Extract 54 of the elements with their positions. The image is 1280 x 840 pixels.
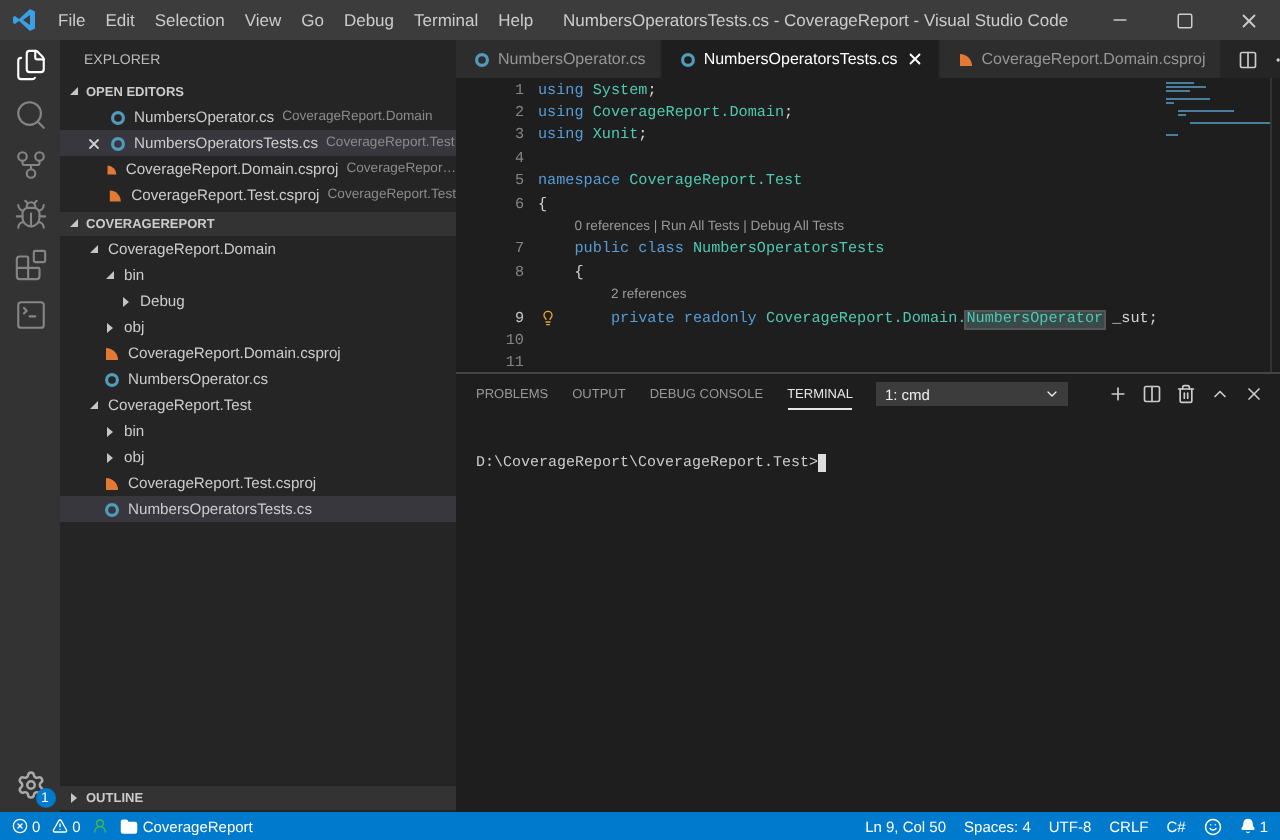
ring-file-icon [679, 51, 696, 67]
ring-file-icon [104, 501, 120, 517]
settings-icon[interactable] [15, 770, 45, 800]
ring-file-icon [474, 51, 490, 67]
lightbulb-icon[interactable] [540, 309, 556, 326]
close-icon[interactable] [905, 50, 924, 68]
rss-file-icon [957, 51, 974, 67]
expanded-triangle-icon[interactable] [88, 399, 100, 411]
editor-tab[interactable]: NumbersOperator.cs [456, 40, 662, 78]
menu-item[interactable]: Debug [333, 10, 405, 30]
menu-item[interactable]: Edit [95, 10, 145, 30]
menu-item[interactable]: Selection [144, 10, 235, 30]
menu-item[interactable]: Go [291, 10, 334, 30]
menu-item[interactable]: View [234, 10, 292, 30]
expanded-triangle-icon[interactable] [68, 218, 80, 230]
close-icon[interactable] [1237, 9, 1259, 31]
bell-icon [1239, 818, 1256, 834]
chevron-down-icon [1044, 386, 1060, 402]
plus-icon[interactable] [1108, 384, 1128, 404]
ring-file-icon [104, 371, 120, 387]
bug-icon[interactable] [13, 198, 47, 232]
source-control-icon[interactable] [13, 148, 47, 182]
close-icon[interactable] [86, 135, 102, 151]
error-icon [12, 818, 28, 834]
warning-icon [52, 818, 69, 834]
terminal-icon[interactable] [13, 298, 47, 332]
collapsed-triangle-icon[interactable] [104, 451, 116, 463]
search-icon[interactable] [13, 98, 47, 132]
menu-item[interactable]: File [48, 10, 96, 30]
editor-tab[interactable]: CoverageReport.Domain.csproj [939, 40, 1222, 78]
split-terminal-icon[interactable] [1142, 384, 1162, 404]
collapsed-triangle-icon[interactable] [120, 295, 132, 307]
extensions-icon[interactable] [13, 248, 47, 282]
files-icon[interactable] [13, 48, 47, 82]
expanded-triangle-icon[interactable] [68, 86, 80, 98]
smiley-icon[interactable] [1203, 817, 1222, 835]
collapsed-triangle-icon[interactable] [68, 792, 80, 804]
collapsed-triangle-icon[interactable] [104, 425, 116, 437]
menu-item[interactable]: Terminal [404, 10, 489, 30]
window-title: NumbersOperatorsTests.cs - CoverageReport - Visual Studio Code [561, 10, 1071, 30]
maximize-icon[interactable] [1175, 11, 1193, 29]
folder-icon [120, 817, 139, 835]
rss-file-icon [104, 475, 120, 491]
split-editor-icon[interactable] [1237, 49, 1258, 69]
rss-file-icon [104, 345, 120, 361]
expanded-triangle-icon[interactable] [104, 269, 116, 281]
app-logo-icon [12, 8, 36, 32]
expanded-triangle-icon[interactable] [88, 243, 100, 255]
close-icon[interactable] [1244, 384, 1264, 404]
menu-item[interactable]: Help [488, 10, 544, 30]
editor-tab[interactable]: NumbersOperatorsTests.cs [661, 40, 940, 78]
text-cursor [818, 454, 827, 472]
collapsed-triangle-icon[interactable] [104, 321, 116, 333]
trash-icon[interactable] [1176, 384, 1196, 404]
